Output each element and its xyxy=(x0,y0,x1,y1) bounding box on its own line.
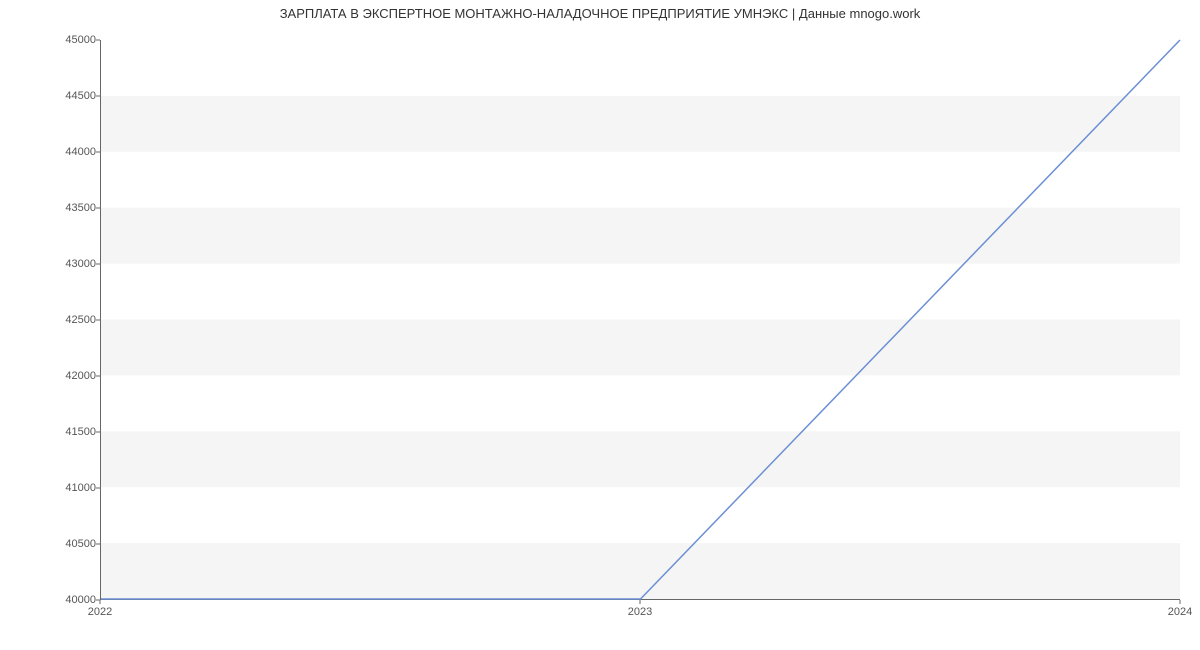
y-tick-label: 45000 xyxy=(6,34,96,46)
y-tick-label: 42000 xyxy=(6,370,96,382)
y-tick-mark xyxy=(96,208,100,209)
y-tick-label: 43500 xyxy=(6,202,96,214)
y-tick-label: 40000 xyxy=(6,594,96,606)
x-tick-mark xyxy=(1180,600,1181,604)
y-tick-mark xyxy=(96,96,100,97)
y-tick-mark xyxy=(96,40,100,41)
y-tick-mark xyxy=(96,320,100,321)
y-tick-label: 42500 xyxy=(6,314,96,326)
x-tick-label: 2024 xyxy=(1168,606,1192,618)
y-tick-mark xyxy=(96,432,100,433)
x-tick-label: 2023 xyxy=(628,606,652,618)
x-tick-mark xyxy=(640,600,641,604)
y-tick-label: 41500 xyxy=(6,426,96,438)
y-tick-label: 43000 xyxy=(6,258,96,270)
chart-title: ЗАРПЛАТА В ЭКСПЕРТНОЕ МОНТАЖНО-НАЛАДОЧНО… xyxy=(0,6,1200,21)
y-tick-mark xyxy=(96,544,100,545)
y-tick-label: 40500 xyxy=(6,538,96,550)
y-tick-mark xyxy=(96,152,100,153)
y-tick-mark xyxy=(96,488,100,489)
y-tick-label: 44500 xyxy=(6,90,96,102)
y-tick-mark xyxy=(96,376,100,377)
line-layer xyxy=(101,40,1180,599)
y-tick-label: 44000 xyxy=(6,146,96,158)
y-tick-mark xyxy=(96,264,100,265)
x-tick-label: 2022 xyxy=(88,606,112,618)
x-tick-mark xyxy=(100,600,101,604)
salary-chart: ЗАРПЛАТА В ЭКСПЕРТНОЕ МОНТАЖНО-НАЛАДОЧНО… xyxy=(0,0,1200,650)
plot-area xyxy=(100,40,1180,600)
y-tick-label: 41000 xyxy=(6,482,96,494)
